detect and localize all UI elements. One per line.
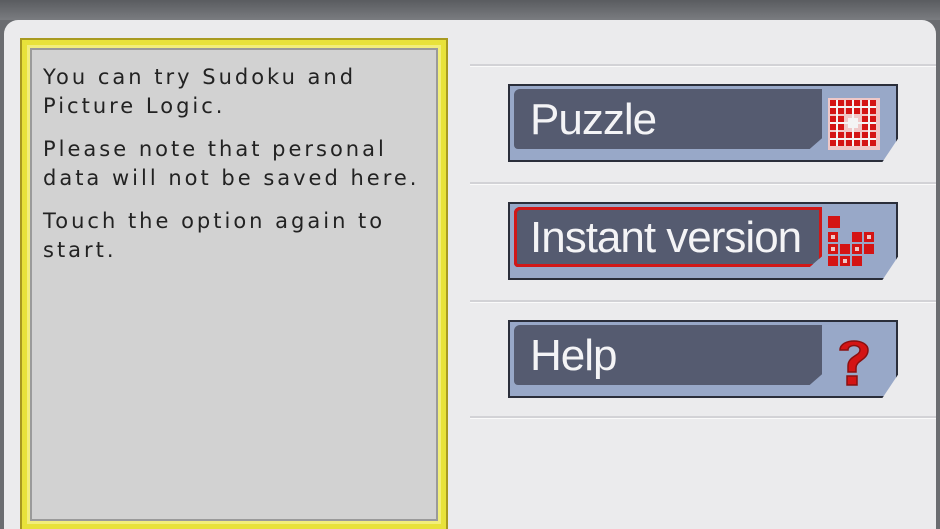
info-text: You can try Sudoku and Picture Logic. Pl…: [43, 63, 423, 279]
divider: [470, 64, 936, 67]
info-paragraph-3: Touch the option again to start.: [43, 209, 386, 262]
help-label: Help: [530, 331, 617, 380]
puzzle-button[interactable]: Puzzle: [508, 84, 898, 162]
instant-version-label-area: Instant version: [514, 207, 822, 267]
help-label-area: Help: [514, 325, 822, 385]
info-paragraph-1: You can try Sudoku and Picture Logic.: [43, 65, 357, 118]
puzzle-grid-icon: [826, 96, 882, 152]
puzzle-label: Puzzle: [530, 95, 657, 144]
puzzle-label-area: Puzzle: [514, 89, 822, 149]
info-paragraph-2: Please note that personal data will not …: [43, 137, 420, 190]
menu-list: Puzzle Instant version Help: [470, 20, 936, 529]
top-bar: [0, 0, 940, 20]
divider: [470, 182, 936, 185]
info-panel: You can try Sudoku and Picture Logic. Pl…: [20, 38, 448, 529]
tetris-blocks-icon: [826, 214, 882, 270]
help-button[interactable]: Help: [508, 320, 898, 398]
divider: [470, 300, 936, 303]
instant-version-button[interactable]: Instant version: [508, 202, 898, 280]
instant-version-label: Instant version: [530, 213, 802, 262]
question-mark-icon: [826, 332, 882, 388]
divider: [470, 416, 936, 419]
